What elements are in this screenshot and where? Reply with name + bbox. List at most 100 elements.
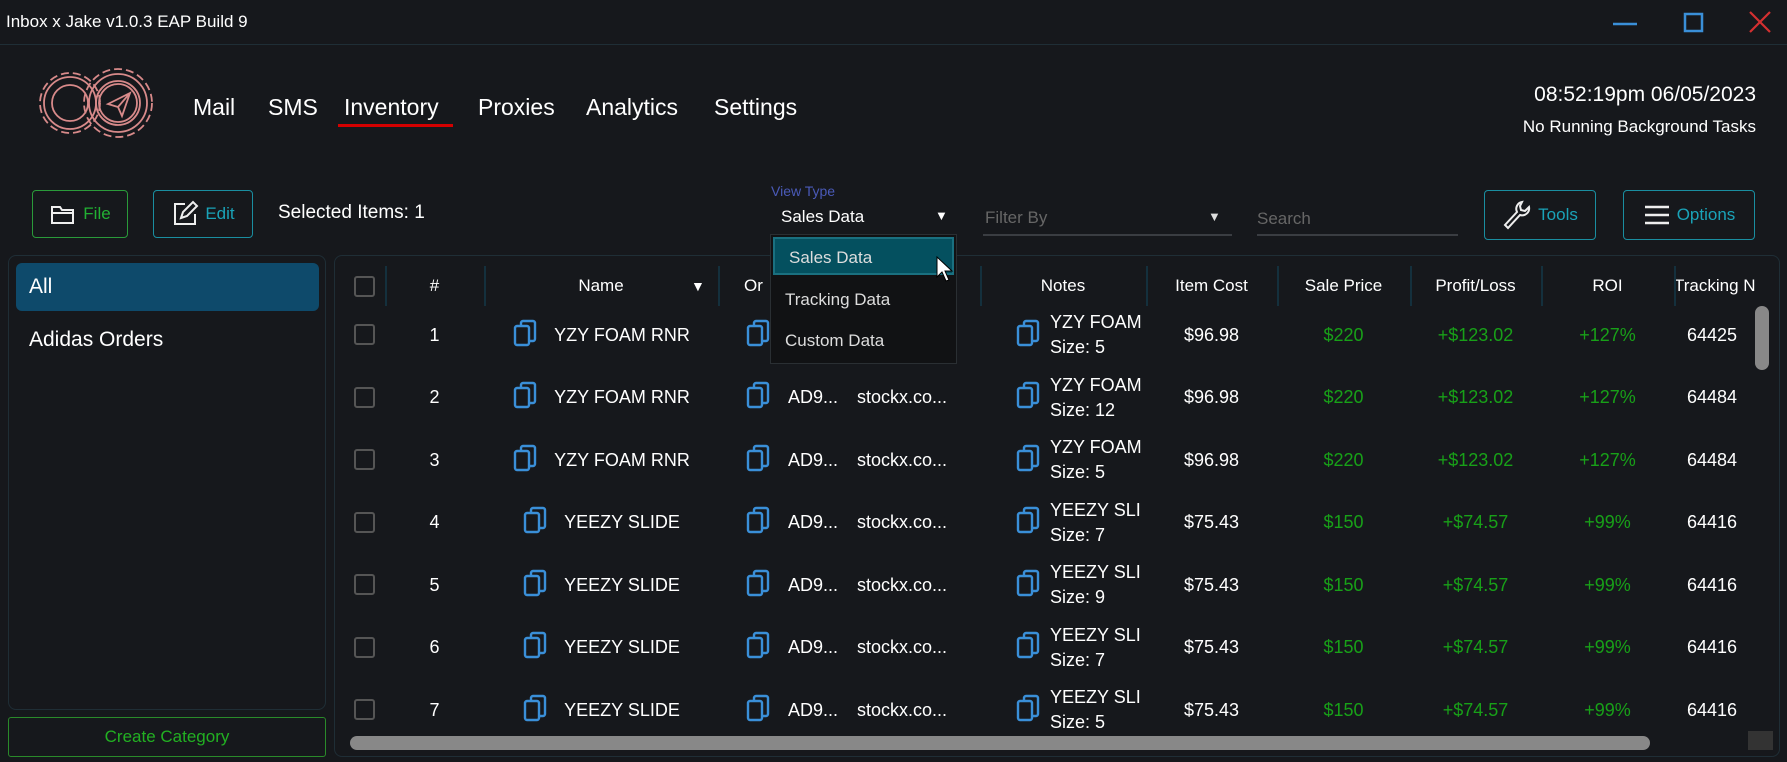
column-divider: [1541, 266, 1543, 306]
row-checkbox[interactable]: [354, 386, 375, 408]
option-custom-data[interactable]: Custom Data: [771, 321, 956, 361]
column-header[interactable]: ROI: [1541, 266, 1674, 306]
column-header[interactable]: Sale Price: [1277, 266, 1410, 306]
sort-desc-icon[interactable]: ▼: [691, 278, 705, 294]
copy-icon[interactable]: [1015, 506, 1041, 539]
order-site: stockx.co...: [857, 699, 948, 720]
notes-copy: [1008, 492, 1048, 554]
profit-loss: +$123.02: [1437, 387, 1514, 407]
create-category-button[interactable]: Create Category: [8, 717, 326, 757]
background-tasks-status: No Running Background Tasks: [1522, 117, 1756, 136]
copy-icon[interactable]: [745, 381, 771, 414]
row-number: 4: [429, 512, 440, 532]
nav-mail[interactable]: Mail: [193, 94, 235, 121]
copy-icon[interactable]: [745, 569, 771, 602]
option-tracking-data[interactable]: Tracking Data: [771, 280, 956, 320]
column-header[interactable]: Notes: [980, 266, 1146, 306]
nav-proxies[interactable]: Proxies: [478, 94, 555, 121]
maximize-button[interactable]: [1673, 8, 1713, 38]
item-cost: $75.43: [1183, 637, 1240, 657]
column-header[interactable]: Item Cost: [1146, 266, 1277, 306]
chevron-down-icon: ▼: [1208, 209, 1221, 224]
copy-icon[interactable]: [512, 444, 538, 477]
category-all[interactable]: All: [16, 263, 319, 311]
table-row[interactable]: 2 YZY FOAM RNR AD9... stockx.co... YZY FOAM S…: [335, 367, 1737, 429]
order-number: AD9...: [788, 387, 839, 407]
copy-icon[interactable]: [512, 381, 538, 414]
item-name: YZY FOAM RNR: [554, 387, 690, 407]
copy-icon[interactable]: [522, 631, 548, 664]
row-checkbox[interactable]: [354, 511, 375, 533]
copy-icon[interactable]: [745, 694, 771, 727]
active-tab-underline: [338, 124, 453, 127]
notes-copy: [1008, 617, 1048, 679]
item-cost: $75.43: [1183, 574, 1240, 595]
table-row[interactable]: 7 YEEZY SLIDE AD9... stockx.co... YEEZY SLI S…: [335, 679, 1737, 741]
sale-price: $220: [1323, 387, 1364, 407]
copy-icon[interactable]: [1015, 444, 1041, 477]
copy-icon[interactable]: [522, 569, 548, 602]
menu-icon: [1644, 205, 1669, 225]
copy-icon[interactable]: [522, 694, 548, 727]
sale-price: $150: [1323, 699, 1364, 720]
column-header[interactable]: Name: [484, 266, 718, 306]
copy-icon[interactable]: [745, 319, 771, 352]
copy-icon[interactable]: [1015, 694, 1041, 727]
nav-inventory[interactable]: Inventory: [344, 94, 439, 121]
notes-copy: [1008, 554, 1048, 616]
folder-icon: [51, 206, 75, 224]
options-button[interactable]: Options: [1623, 190, 1755, 240]
item-cost: $75.43: [1183, 699, 1240, 720]
scrollbar-corner: [1748, 731, 1773, 750]
copy-icon[interactable]: [1015, 569, 1041, 602]
search-input[interactable]: [1257, 204, 1458, 236]
copy-icon[interactable]: [745, 506, 771, 539]
vertical-scrollbar-thumb[interactable]: [1755, 306, 1769, 370]
item-name: YZY FOAM RNR: [554, 324, 690, 345]
filter-by-select[interactable]: Filter By ▼: [983, 204, 1232, 236]
sale-price: $220: [1323, 324, 1364, 345]
file-button[interactable]: File: [32, 190, 128, 238]
nav-settings[interactable]: Settings: [714, 94, 797, 121]
table-row[interactable]: 4 YEEZY SLIDE AD9... stockx.co... YEEZY SLI S…: [335, 492, 1737, 554]
copy-icon[interactable]: [745, 444, 771, 477]
option-sales-data[interactable]: Sales Data: [773, 237, 954, 275]
table-row[interactable]: 3 YZY FOAM RNR AD9... stockx.co... YZY FOAM S…: [335, 429, 1737, 491]
profit-loss: +$74.57: [1442, 512, 1509, 532]
copy-icon[interactable]: [512, 319, 538, 352]
row-checkbox[interactable]: [354, 636, 375, 658]
copy-icon[interactable]: [1015, 631, 1041, 664]
table-row[interactable]: 6 YEEZY SLIDE AD9... stockx.co... YEEZY SLI S…: [335, 617, 1737, 679]
copy-icon[interactable]: [522, 506, 548, 539]
row-number: 2: [429, 387, 440, 407]
roi: +99%: [1584, 637, 1631, 657]
minimize-button[interactable]: [1605, 8, 1645, 38]
nav-sms[interactable]: SMS: [268, 94, 318, 121]
row-checkbox[interactable]: [354, 449, 375, 470]
column-header[interactable]: Tracking N: [1674, 266, 1755, 306]
name-cell: YEEZY SLIDE: [484, 554, 718, 616]
edit-button[interactable]: Edit: [153, 190, 253, 238]
category-sidebar: All Adidas Orders: [8, 255, 326, 710]
tools-button[interactable]: Tools: [1484, 190, 1596, 240]
copy-icon[interactable]: [1015, 319, 1041, 352]
column-header[interactable]: Profit/Loss: [1410, 266, 1541, 306]
nav-analytics[interactable]: Analytics: [586, 94, 678, 121]
copy-icon[interactable]: [745, 631, 771, 664]
horizontal-scrollbar-thumb[interactable]: [350, 736, 1650, 750]
row-checkbox[interactable]: [354, 324, 375, 345]
tracking-number: 64484: [1687, 449, 1737, 470]
category-adidas-orders[interactable]: Adidas Orders: [16, 316, 319, 364]
row-checkbox[interactable]: [354, 699, 375, 720]
view-type-select[interactable]: Sales Data ▼: [771, 204, 957, 234]
copy-icon[interactable]: [1015, 381, 1041, 414]
notes-cell: YEEZY SLI Size: 9: [1050, 554, 1146, 616]
table-row[interactable]: 1YZY FOAM RNRAD9...stockx.co...YZY FOAMS…: [335, 304, 1737, 366]
select-all-checkbox[interactable]: [354, 276, 375, 297]
column-header[interactable]: #: [385, 266, 484, 306]
close-button[interactable]: [1740, 8, 1780, 38]
table-row[interactable]: 5 YEEZY SLIDE AD9... stockx.co... YEEZY SLI S…: [335, 554, 1737, 616]
row-checkbox[interactable]: [354, 574, 375, 595]
note-name: YZY FOAM: [1050, 374, 1142, 395]
tracking-number: 64416: [1687, 574, 1737, 595]
